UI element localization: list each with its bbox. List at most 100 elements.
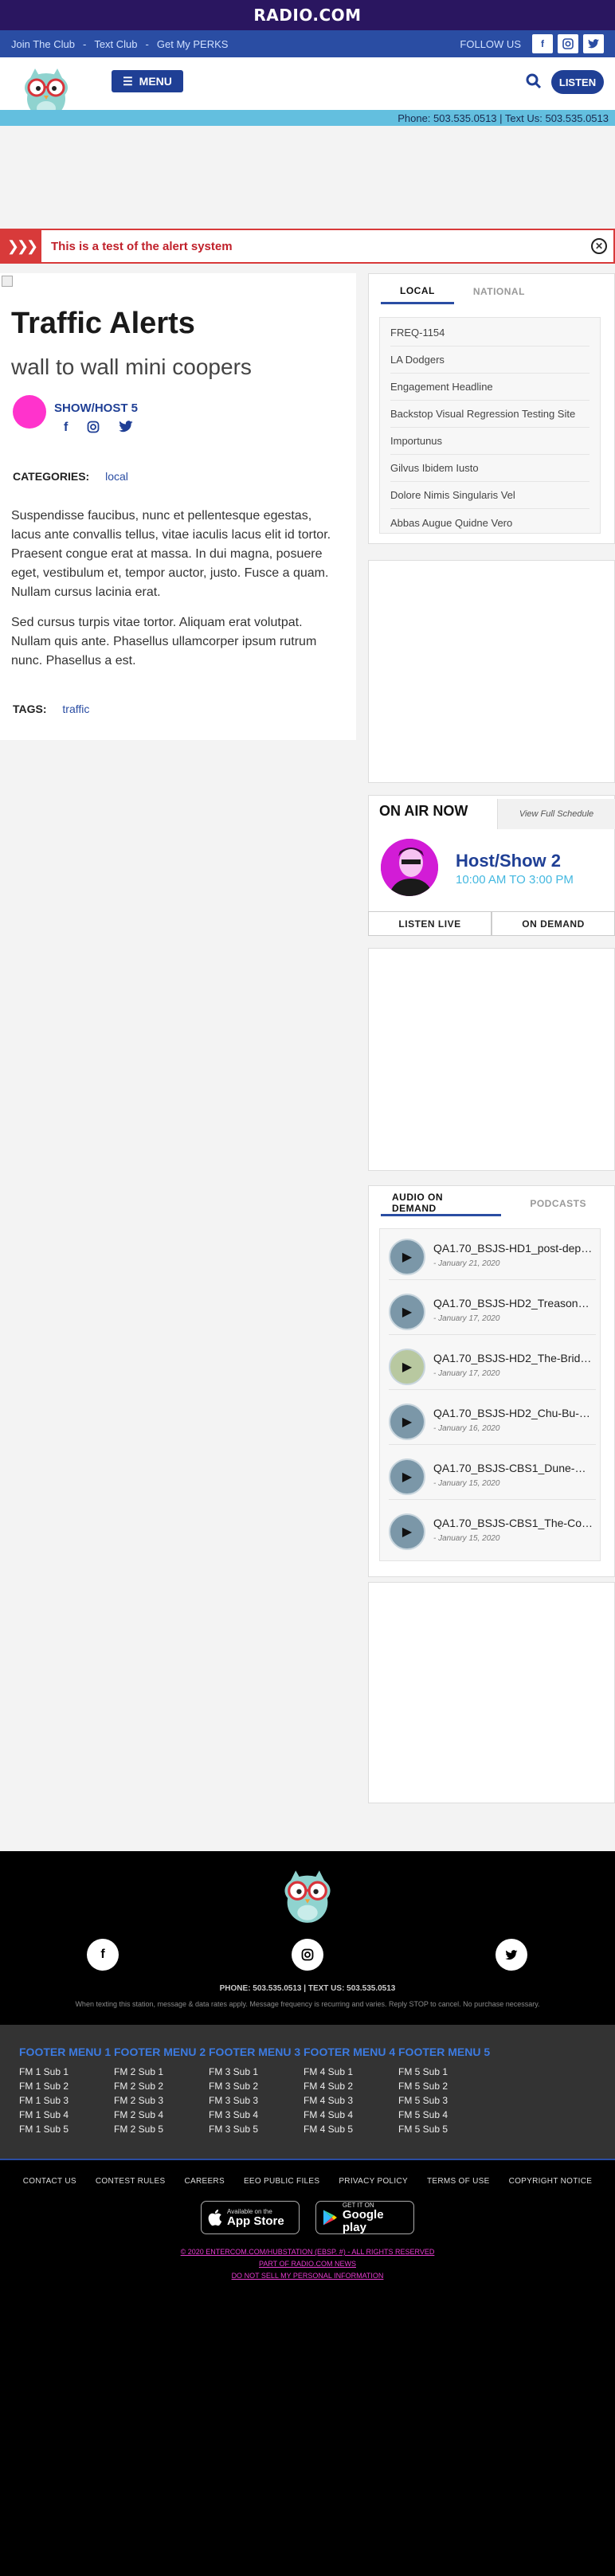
audio-item[interactable]: ▶ QA1.70_BSJS-HD1_post-deploy - January … bbox=[389, 1231, 596, 1280]
show-title[interactable]: Host/Show 2 bbox=[456, 851, 561, 871]
get-perks-link[interactable]: Get My PERKS bbox=[157, 38, 229, 50]
contest-rules-link[interactable]: CONTEST RULES bbox=[96, 2177, 166, 2186]
audio-title[interactable]: QA1.70_BSJS-HD2_Chu-Bu-and-Friends bbox=[433, 1407, 593, 1419]
footer-menu-item[interactable]: FM 3 Sub 1 bbox=[209, 2066, 300, 2081]
ad-slot[interactable] bbox=[368, 1582, 615, 1803]
list-item[interactable]: Importunus bbox=[390, 428, 590, 455]
host-avatar[interactable] bbox=[13, 395, 46, 429]
play-icon[interactable]: ▶ bbox=[389, 1513, 425, 1550]
footer-menu-title[interactable]: FOOTER MENU 4 bbox=[304, 2046, 395, 2058]
listen-button[interactable]: LISTEN bbox=[551, 70, 604, 94]
terms-of-use-link[interactable]: TERMS OF USE bbox=[427, 2177, 490, 2186]
footer-menu-item[interactable]: FM 1 Sub 1 bbox=[19, 2066, 111, 2081]
instagram-icon[interactable] bbox=[292, 1939, 323, 1971]
play-icon[interactable]: ▶ bbox=[389, 1294, 425, 1330]
tab-local[interactable]: LOCAL bbox=[381, 279, 454, 304]
footer-menu-item[interactable]: FM 4 Sub 5 bbox=[304, 2124, 395, 2138]
google-play-badge[interactable]: GET IT ON Google play bbox=[315, 2201, 414, 2234]
footer-menu-title[interactable]: FOOTER MENU 5 bbox=[398, 2046, 490, 2058]
app-store-badge[interactable]: Available on the App Store bbox=[201, 2201, 300, 2234]
footer-menu-item[interactable]: FM 4 Sub 1 bbox=[304, 2066, 395, 2081]
footer-menu-title[interactable]: FOOTER MENU 1 bbox=[19, 2046, 111, 2058]
footer-menu-item[interactable]: FM 1 Sub 5 bbox=[19, 2124, 111, 2138]
tab-national[interactable]: NATIONAL bbox=[454, 279, 544, 304]
footer-menu-item[interactable]: FM 5 Sub 5 bbox=[398, 2124, 490, 2138]
eeo-public-files-link[interactable]: EEO PUBLIC FILES bbox=[244, 2177, 319, 2186]
audio-item[interactable]: ▶ QA1.70_BSJS-HD2_Chu-Bu-and-Friends - J… bbox=[389, 1396, 596, 1445]
footer-menu-item[interactable]: FM 2 Sub 5 bbox=[114, 2124, 206, 2138]
footer-menu-item[interactable]: FM 1 Sub 4 bbox=[19, 2109, 111, 2124]
view-schedule-button[interactable]: View Full Schedule bbox=[497, 799, 615, 829]
list-item[interactable]: FREQ-1154 bbox=[390, 319, 590, 346]
list-item[interactable]: Gilvus Ibidem Iusto bbox=[390, 455, 590, 482]
footer-mascot-logo[interactable] bbox=[280, 1865, 335, 1924]
audio-title[interactable]: QA1.70_BSJS-CBS1_The-Corner-Pod bbox=[433, 1517, 593, 1529]
listen-live-button[interactable]: LISTEN LIVE bbox=[368, 911, 492, 936]
audio-item[interactable]: ▶ QA1.70_BSJS-CBS1_The-Corner-Pod - Janu… bbox=[389, 1505, 596, 1555]
footer-menu-item[interactable]: FM 5 Sub 3 bbox=[398, 2095, 490, 2109]
twitter-icon[interactable] bbox=[119, 421, 134, 437]
twitter-icon[interactable] bbox=[583, 34, 604, 53]
ad-slot[interactable] bbox=[368, 948, 615, 1171]
play-icon[interactable]: ▶ bbox=[389, 1458, 425, 1495]
footer-menu-item[interactable]: FM 2 Sub 4 bbox=[114, 2109, 206, 2124]
footer-menu-item[interactable]: FM 3 Sub 4 bbox=[209, 2109, 300, 2124]
close-icon[interactable]: ✕ bbox=[591, 238, 607, 254]
audio-item[interactable]: ▶ QA1.70_BSJS-HD2_The-Bride-Pod - Januar… bbox=[389, 1341, 596, 1390]
category-link[interactable]: local bbox=[105, 470, 128, 483]
footer-menu-item[interactable]: FM 3 Sub 2 bbox=[209, 2081, 300, 2095]
footer-menu-item[interactable]: FM 5 Sub 4 bbox=[398, 2109, 490, 2124]
footer-menu-title[interactable]: FOOTER MENU 3 bbox=[209, 2046, 300, 2058]
twitter-icon[interactable] bbox=[496, 1939, 527, 1971]
tab-audio-on-demand[interactable]: AUDIO ON DEMAND bbox=[381, 1191, 502, 1216]
careers-link[interactable]: CAREERS bbox=[184, 2177, 224, 2186]
part-of-text[interactable]: PART OF RADIO.COM NEWS bbox=[0, 2258, 615, 2270]
alert-text[interactable]: This is a test of the alert system bbox=[51, 240, 591, 253]
footer-menu-item[interactable]: FM 5 Sub 1 bbox=[398, 2066, 490, 2081]
copyright-notice-link[interactable]: COPYRIGHT NOTICE bbox=[509, 2177, 593, 2186]
footer-menu-item[interactable]: FM 2 Sub 3 bbox=[114, 2095, 206, 2109]
footer-menu-item[interactable]: FM 1 Sub 3 bbox=[19, 2095, 111, 2109]
footer-menu-item[interactable]: FM 3 Sub 3 bbox=[209, 2095, 300, 2109]
host-name-link[interactable]: SHOW/HOST 5 bbox=[54, 401, 138, 415]
play-icon[interactable]: ▶ bbox=[389, 1349, 425, 1385]
join-club-link[interactable]: Join The Club bbox=[11, 38, 75, 50]
contact-us-link[interactable]: CONTACT US bbox=[23, 2177, 76, 2186]
ad-slot[interactable] bbox=[368, 560, 615, 783]
audio-title[interactable]: QA1.70_BSJS-HD2_Treason-Hello bbox=[433, 1297, 593, 1310]
footer-menu-title[interactable]: FOOTER MENU 2 bbox=[114, 2046, 206, 2058]
text-club-link[interactable]: Text Club bbox=[94, 38, 137, 50]
instagram-icon[interactable] bbox=[87, 421, 100, 437]
footer-menu-item[interactable]: FM 2 Sub 1 bbox=[114, 2066, 206, 2081]
play-icon[interactable]: ▶ bbox=[389, 1239, 425, 1275]
footer-menu-item[interactable]: FM 4 Sub 4 bbox=[304, 2109, 395, 2124]
privacy-policy-link[interactable]: PRIVACY POLICY bbox=[339, 2177, 408, 2186]
facebook-icon[interactable]: f bbox=[532, 34, 553, 53]
facebook-icon[interactable]: f bbox=[64, 421, 68, 437]
tab-podcasts[interactable]: PODCASTS bbox=[501, 1191, 615, 1216]
show-host-image[interactable] bbox=[381, 839, 438, 896]
do-not-sell-link[interactable]: DO NOT SELL MY PERSONAL INFORMATION bbox=[0, 2270, 615, 2282]
instagram-icon[interactable] bbox=[558, 34, 578, 53]
tag-link[interactable]: traffic bbox=[62, 703, 89, 715]
copyright-text[interactable]: © 2020 ENTERCOM.COM/HUBSTATION (EBSP. #)… bbox=[0, 2246, 615, 2258]
audio-title[interactable]: QA1.70_BSJS-HD2_The-Bride-Pod bbox=[433, 1352, 593, 1364]
footer-menu-item[interactable]: FM 1 Sub 2 bbox=[19, 2081, 111, 2095]
footer-menu-item[interactable]: FM 5 Sub 2 bbox=[398, 2081, 490, 2095]
list-item[interactable]: Engagement Headline bbox=[390, 374, 590, 401]
footer-menu-item[interactable]: FM 4 Sub 2 bbox=[304, 2081, 395, 2095]
audio-item[interactable]: ▶ QA1.70_BSJS-CBS1_Dune-Club-Pod - Janua… bbox=[389, 1450, 596, 1500]
facebook-icon[interactable]: f bbox=[87, 1939, 119, 1971]
menu-button[interactable]: ☰ MENU bbox=[112, 70, 183, 92]
footer-menu-item[interactable]: FM 2 Sub 2 bbox=[114, 2081, 206, 2095]
footer-menu-item[interactable]: FM 4 Sub 3 bbox=[304, 2095, 395, 2109]
list-item[interactable]: Dolore Nimis Singularis Vel bbox=[390, 482, 590, 509]
audio-title[interactable]: QA1.70_BSJS-HD1_post-deploy bbox=[433, 1242, 593, 1255]
list-item[interactable]: Abbas Augue Quidne Vero bbox=[390, 509, 590, 536]
audio-item[interactable]: ▶ QA1.70_BSJS-HD2_Treason-Hello - Januar… bbox=[389, 1286, 596, 1335]
radio-com-logo[interactable]: RADIO.COM bbox=[253, 6, 361, 25]
list-item[interactable]: LA Dodgers bbox=[390, 346, 590, 374]
list-item[interactable]: Backstop Visual Regression Testing Site bbox=[390, 401, 590, 428]
on-demand-button[interactable]: ON DEMAND bbox=[492, 911, 615, 936]
play-icon[interactable]: ▶ bbox=[389, 1403, 425, 1440]
